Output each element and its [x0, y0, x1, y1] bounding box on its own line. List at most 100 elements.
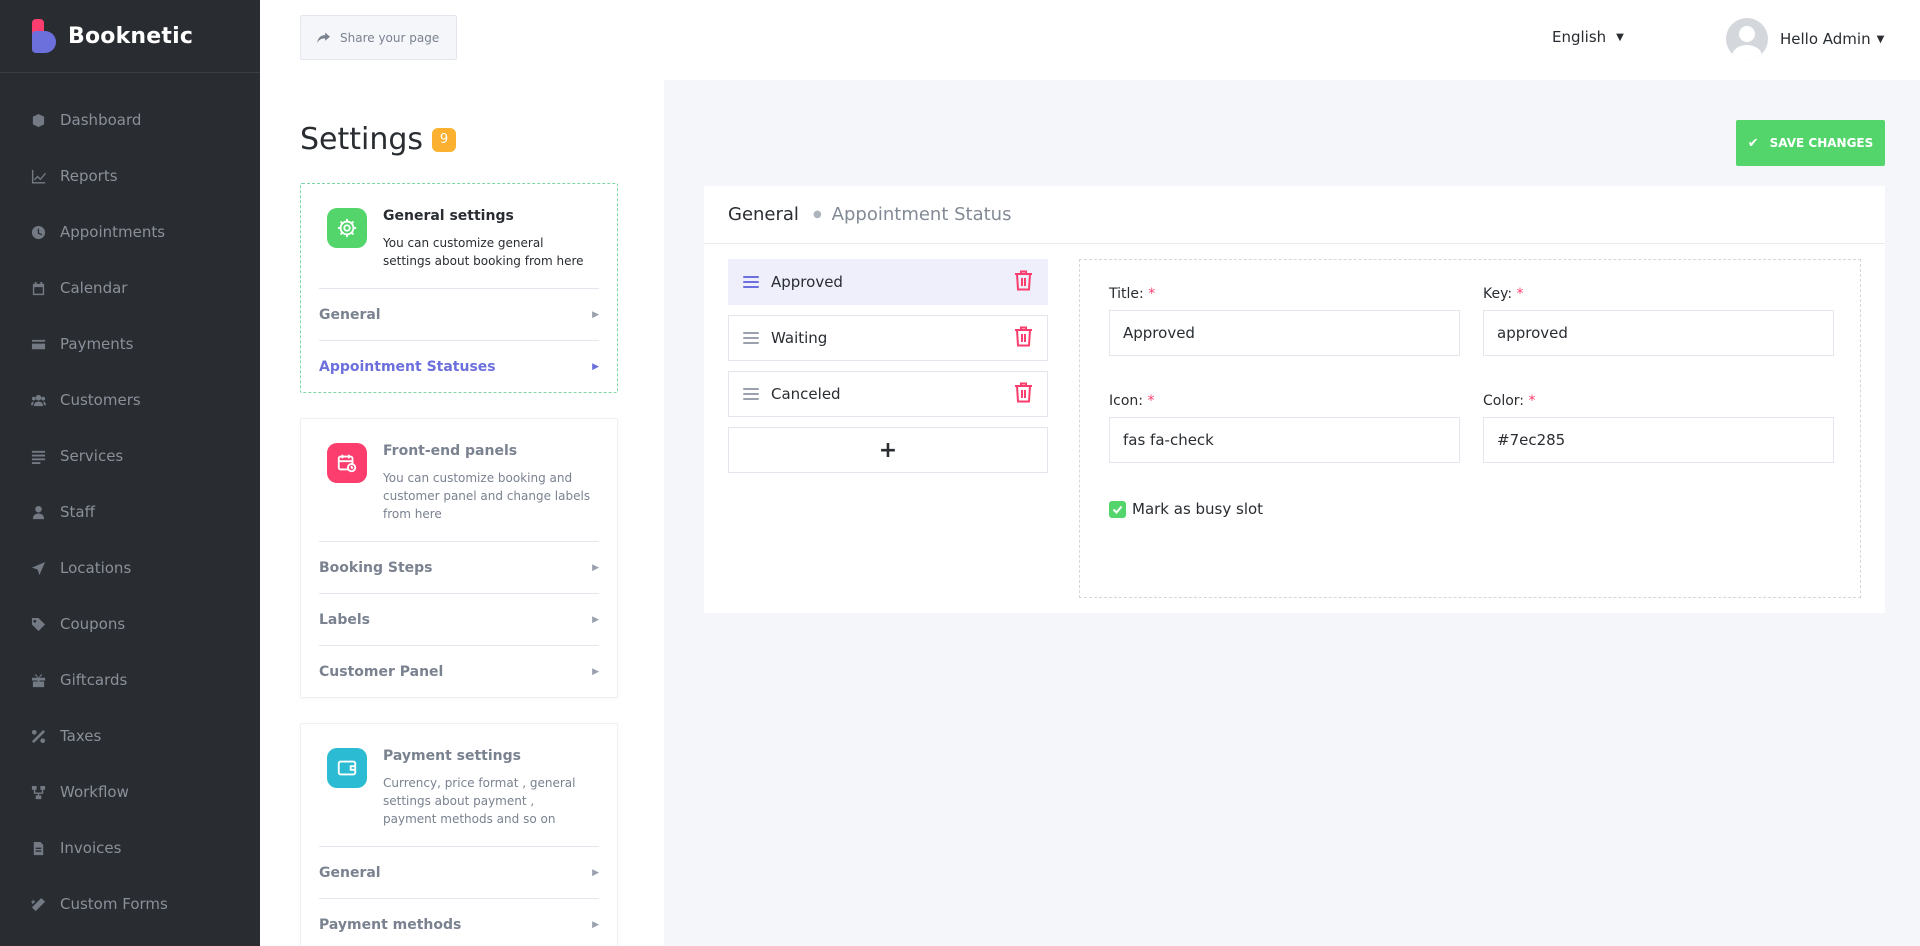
sidebar-item-label: Reports: [60, 167, 118, 185]
caret-right-icon: ▶: [592, 867, 599, 878]
settings-link-label: Labels: [319, 611, 371, 628]
sidebar-item-reports[interactable]: Reports: [0, 148, 260, 204]
title-input[interactable]: Approved: [1109, 310, 1460, 356]
brand-logo[interactable]: Booknetic: [0, 0, 260, 73]
settings-link-payment-methods[interactable]: Payment methods ▶: [319, 898, 599, 946]
add-status-button[interactable]: +: [728, 427, 1048, 473]
sidebar-item-invoices[interactable]: Invoices: [0, 820, 260, 876]
color-input[interactable]: #7ec285: [1483, 417, 1834, 463]
key-input[interactable]: approved: [1483, 310, 1834, 356]
user-icon: [30, 504, 46, 520]
sidebar-item-staff[interactable]: Staff: [0, 484, 260, 540]
share-page-label: Share your page: [340, 30, 440, 45]
sidebar-item-label: Workflow: [60, 783, 129, 801]
sidebar-item-label: Coupons: [60, 615, 126, 633]
title-field: Title: * Approved: [1109, 286, 1460, 356]
clock-icon: [30, 224, 46, 240]
required-mark: *: [1147, 393, 1155, 409]
breadcrumb-separator: ●: [812, 209, 822, 220]
drag-handle-icon[interactable]: [743, 276, 759, 288]
magic-wand-icon: [30, 896, 46, 912]
status-name: Approved: [771, 273, 843, 291]
sidebar-item-locations[interactable]: Locations: [0, 540, 260, 596]
sidebar-nav: Dashboard Reports Appointments Calendar …: [0, 73, 260, 932]
settings-link-label: Appointment Statuses: [319, 358, 496, 375]
settings-link-label: General: [319, 864, 381, 881]
sidebar-item-label: Staff: [60, 503, 95, 521]
sidebar-item-dashboard[interactable]: Dashboard: [0, 92, 260, 148]
brand-name: Booknetic: [68, 23, 194, 49]
sidebar-item-label: Taxes: [60, 727, 102, 745]
status-name: Canceled: [771, 385, 841, 403]
card-header[interactable]: Payment settings Currency, price format …: [301, 724, 617, 846]
drag-handle-icon[interactable]: [743, 332, 759, 344]
save-changes-button[interactable]: ✔ SAVE CHANGES: [1736, 120, 1885, 166]
trash-icon[interactable]: [1014, 382, 1033, 407]
settings-link-booking-steps[interactable]: Booking Steps ▶: [319, 541, 599, 593]
sidebar-item-coupons[interactable]: Coupons: [0, 596, 260, 652]
color-field: Color: * #7ec285: [1483, 393, 1834, 463]
settings-link-label: Booking Steps: [319, 559, 433, 576]
sidebar-item-calendar[interactable]: Calendar: [0, 260, 260, 316]
status-item-waiting[interactable]: Waiting: [728, 315, 1048, 361]
booknetic-logo-icon: [30, 19, 58, 53]
gear-icon: [327, 208, 367, 248]
wallet-icon: [327, 748, 367, 788]
sidebar-item-appointments[interactable]: Appointments: [0, 204, 260, 260]
card-title: General settings: [383, 208, 514, 224]
status-item-canceled[interactable]: Canceled: [728, 371, 1048, 417]
sidebar-item-label: Services: [60, 447, 124, 465]
avatar: [1726, 18, 1768, 60]
settings-panel: Settings 9 General settings You can cust…: [260, 80, 664, 946]
language-value: English: [1552, 28, 1607, 46]
sidebar-item-taxes[interactable]: Taxes: [0, 708, 260, 764]
sidebar-item-services[interactable]: Services: [0, 428, 260, 484]
language-selector[interactable]: English ▼: [1552, 28, 1624, 46]
caret-right-icon: ▶: [592, 562, 599, 573]
busy-slot-checkbox-row[interactable]: Mark as busy slot: [1109, 500, 1263, 518]
settings-link-customer-panel[interactable]: Customer Panel ▶: [319, 645, 599, 697]
sidebar-item-payments[interactable]: Payments: [0, 316, 260, 372]
sidebar-item-label: Dashboard: [60, 111, 142, 129]
settings-link-payment-general[interactable]: General ▶: [319, 846, 599, 898]
location-arrow-icon: [30, 560, 46, 576]
breadcrumb-root[interactable]: General: [728, 204, 799, 225]
sidebar-item-customers[interactable]: Customers: [0, 372, 260, 428]
caret-right-icon: ▶: [592, 919, 599, 930]
users-icon: [30, 392, 46, 408]
sidebar-item-label: Custom Forms: [60, 895, 168, 913]
sidebar-item-giftcards[interactable]: Giftcards: [0, 652, 260, 708]
chevron-down-icon: ▼: [1616, 31, 1624, 43]
card-header[interactable]: General settings You can customize gener…: [301, 184, 617, 288]
breadcrumb: General ● Appointment Status: [704, 186, 1885, 244]
sidebar-item-label: Calendar: [60, 279, 128, 297]
key-label: Key: *: [1483, 286, 1524, 302]
front-end-panels-card: Front-end panels You can customize booki…: [300, 418, 618, 698]
sidebar-item-label: Appointments: [60, 223, 166, 241]
busy-slot-label: Mark as busy slot: [1132, 500, 1264, 518]
check-icon: [1112, 505, 1123, 514]
share-page-button[interactable]: Share your page: [300, 15, 457, 60]
status-list: Approved Waiting Canceled +: [728, 259, 1048, 473]
user-menu[interactable]: Hello Admin ▼: [1726, 18, 1884, 60]
drag-handle-icon[interactable]: [743, 388, 759, 400]
sidebar-item-workflow[interactable]: Workflow: [0, 764, 260, 820]
settings-link-label: Customer Panel: [319, 663, 444, 680]
required-mark: *: [1528, 393, 1536, 409]
color-label: Color: *: [1483, 393, 1536, 409]
sidebar-item-custom-forms[interactable]: Custom Forms: [0, 876, 260, 932]
check-icon: ✔: [1747, 135, 1759, 151]
busy-slot-checkbox[interactable]: [1109, 500, 1126, 518]
sidebar-item-label: Payments: [60, 335, 134, 353]
trash-icon[interactable]: [1014, 270, 1033, 295]
settings-link-labels[interactable]: Labels ▶: [319, 593, 599, 645]
status-item-approved[interactable]: Approved: [728, 259, 1048, 305]
file-icon: [30, 840, 46, 856]
icon-input[interactable]: fas fa-check: [1109, 417, 1460, 463]
card-header[interactable]: Front-end panels You can customize booki…: [301, 419, 617, 541]
top-bar: Share your page English ▼ Hello Admin ▼: [260, 0, 1920, 80]
settings-link-appointment-statuses[interactable]: Appointment Statuses ▶: [319, 340, 599, 392]
appointment-status-card: General ● Appointment Status Approved Wa…: [704, 186, 1885, 613]
trash-icon[interactable]: [1014, 326, 1033, 351]
settings-link-general[interactable]: General ▶: [319, 288, 599, 340]
